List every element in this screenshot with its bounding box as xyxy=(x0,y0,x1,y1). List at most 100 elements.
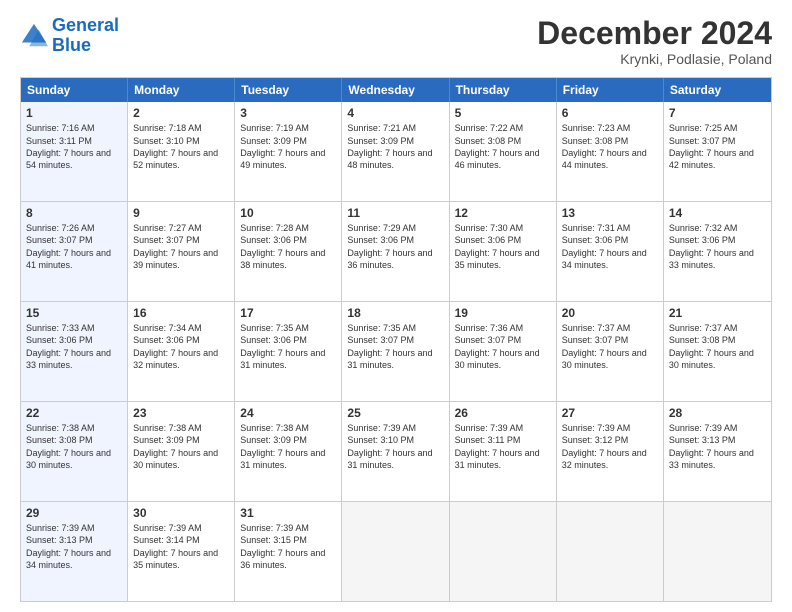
sunset-text: Sunset: 3:12 PM xyxy=(562,434,658,446)
logo: General Blue xyxy=(20,16,119,56)
calendar-row: 1Sunrise: 7:16 AMSunset: 3:11 PMDaylight… xyxy=(21,102,771,201)
sunset-text: Sunset: 3:07 PM xyxy=(455,334,551,346)
daylight-text: Daylight: 7 hours and 31 minutes. xyxy=(240,347,336,371)
calendar-cell: 10Sunrise: 7:28 AMSunset: 3:06 PMDayligh… xyxy=(235,202,342,301)
logo-icon xyxy=(20,22,48,50)
daylight-text: Daylight: 7 hours and 36 minutes. xyxy=(347,247,443,271)
daylight-text: Daylight: 7 hours and 44 minutes. xyxy=(562,147,658,171)
daylight-text: Daylight: 7 hours and 54 minutes. xyxy=(26,147,122,171)
day-number: 26 xyxy=(455,405,551,421)
sunrise-text: Sunrise: 7:38 AM xyxy=(26,422,122,434)
daylight-text: Daylight: 7 hours and 34 minutes. xyxy=(26,547,122,571)
daylight-text: Daylight: 7 hours and 31 minutes. xyxy=(347,347,443,371)
calendar-row: 29Sunrise: 7:39 AMSunset: 3:13 PMDayligh… xyxy=(21,501,771,601)
sunset-text: Sunset: 3:06 PM xyxy=(26,334,122,346)
daylight-text: Daylight: 7 hours and 33 minutes. xyxy=(26,347,122,371)
day-number: 4 xyxy=(347,105,443,121)
daylight-text: Daylight: 7 hours and 32 minutes. xyxy=(562,447,658,471)
calendar-cell: 28Sunrise: 7:39 AMSunset: 3:13 PMDayligh… xyxy=(664,402,771,501)
calendar-cell: 29Sunrise: 7:39 AMSunset: 3:13 PMDayligh… xyxy=(21,502,128,601)
calendar-cell: 27Sunrise: 7:39 AMSunset: 3:12 PMDayligh… xyxy=(557,402,664,501)
sunset-text: Sunset: 3:06 PM xyxy=(455,234,551,246)
sunset-text: Sunset: 3:06 PM xyxy=(669,234,766,246)
day-number: 21 xyxy=(669,305,766,321)
day-number: 19 xyxy=(455,305,551,321)
calendar-cell xyxy=(342,502,449,601)
day-number: 30 xyxy=(133,505,229,521)
calendar-cell xyxy=(557,502,664,601)
sunset-text: Sunset: 3:08 PM xyxy=(669,334,766,346)
title-block: December 2024 Krynki, Podlasie, Poland xyxy=(537,16,772,67)
daylight-text: Daylight: 7 hours and 33 minutes. xyxy=(669,247,766,271)
daylight-text: Daylight: 7 hours and 30 minutes. xyxy=(455,347,551,371)
sunset-text: Sunset: 3:08 PM xyxy=(26,434,122,446)
day-number: 28 xyxy=(669,405,766,421)
day-number: 9 xyxy=(133,205,229,221)
sunrise-text: Sunrise: 7:36 AM xyxy=(455,322,551,334)
sunrise-text: Sunrise: 7:19 AM xyxy=(240,122,336,134)
calendar-cell: 26Sunrise: 7:39 AMSunset: 3:11 PMDayligh… xyxy=(450,402,557,501)
logo-line1: General xyxy=(52,15,119,35)
sunset-text: Sunset: 3:07 PM xyxy=(347,334,443,346)
calendar-row: 8Sunrise: 7:26 AMSunset: 3:07 PMDaylight… xyxy=(21,201,771,301)
sunset-text: Sunset: 3:06 PM xyxy=(240,234,336,246)
sunrise-text: Sunrise: 7:28 AM xyxy=(240,222,336,234)
calendar-header-cell: Wednesday xyxy=(342,78,449,102)
calendar-cell: 4Sunrise: 7:21 AMSunset: 3:09 PMDaylight… xyxy=(342,102,449,201)
sunset-text: Sunset: 3:06 PM xyxy=(240,334,336,346)
calendar-cell: 14Sunrise: 7:32 AMSunset: 3:06 PMDayligh… xyxy=(664,202,771,301)
day-number: 31 xyxy=(240,505,336,521)
calendar-cell: 15Sunrise: 7:33 AMSunset: 3:06 PMDayligh… xyxy=(21,302,128,401)
sunrise-text: Sunrise: 7:30 AM xyxy=(455,222,551,234)
calendar-cell: 22Sunrise: 7:38 AMSunset: 3:08 PMDayligh… xyxy=(21,402,128,501)
calendar-cell: 31Sunrise: 7:39 AMSunset: 3:15 PMDayligh… xyxy=(235,502,342,601)
sunrise-text: Sunrise: 7:37 AM xyxy=(562,322,658,334)
sunrise-text: Sunrise: 7:34 AM xyxy=(133,322,229,334)
calendar-cell: 18Sunrise: 7:35 AMSunset: 3:07 PMDayligh… xyxy=(342,302,449,401)
calendar-cell: 8Sunrise: 7:26 AMSunset: 3:07 PMDaylight… xyxy=(21,202,128,301)
sunset-text: Sunset: 3:15 PM xyxy=(240,534,336,546)
sunset-text: Sunset: 3:13 PM xyxy=(669,434,766,446)
sunrise-text: Sunrise: 7:38 AM xyxy=(240,422,336,434)
calendar-header: SundayMondayTuesdayWednesdayThursdayFrid… xyxy=(21,78,771,102)
sunrise-text: Sunrise: 7:16 AM xyxy=(26,122,122,134)
sunrise-text: Sunrise: 7:37 AM xyxy=(669,322,766,334)
sunset-text: Sunset: 3:07 PM xyxy=(133,234,229,246)
sunset-text: Sunset: 3:13 PM xyxy=(26,534,122,546)
day-number: 10 xyxy=(240,205,336,221)
calendar-cell: 24Sunrise: 7:38 AMSunset: 3:09 PMDayligh… xyxy=(235,402,342,501)
logo-text: General Blue xyxy=(52,16,119,56)
sunrise-text: Sunrise: 7:31 AM xyxy=(562,222,658,234)
day-number: 14 xyxy=(669,205,766,221)
calendar-cell xyxy=(450,502,557,601)
sunrise-text: Sunrise: 7:39 AM xyxy=(669,422,766,434)
sunset-text: Sunset: 3:11 PM xyxy=(26,135,122,147)
daylight-text: Daylight: 7 hours and 35 minutes. xyxy=(455,247,551,271)
calendar-cell: 2Sunrise: 7:18 AMSunset: 3:10 PMDaylight… xyxy=(128,102,235,201)
daylight-text: Daylight: 7 hours and 46 minutes. xyxy=(455,147,551,171)
day-number: 17 xyxy=(240,305,336,321)
sunset-text: Sunset: 3:10 PM xyxy=(347,434,443,446)
calendar-cell: 7Sunrise: 7:25 AMSunset: 3:07 PMDaylight… xyxy=(664,102,771,201)
sunset-text: Sunset: 3:11 PM xyxy=(455,434,551,446)
day-number: 5 xyxy=(455,105,551,121)
day-number: 8 xyxy=(26,205,122,221)
sunset-text: Sunset: 3:09 PM xyxy=(133,434,229,446)
calendar-row: 22Sunrise: 7:38 AMSunset: 3:08 PMDayligh… xyxy=(21,401,771,501)
sunrise-text: Sunrise: 7:29 AM xyxy=(347,222,443,234)
day-number: 1 xyxy=(26,105,122,121)
daylight-text: Daylight: 7 hours and 34 minutes. xyxy=(562,247,658,271)
day-number: 22 xyxy=(26,405,122,421)
daylight-text: Daylight: 7 hours and 36 minutes. xyxy=(240,547,336,571)
daylight-text: Daylight: 7 hours and 30 minutes. xyxy=(669,347,766,371)
sunrise-text: Sunrise: 7:38 AM xyxy=(133,422,229,434)
sunrise-text: Sunrise: 7:32 AM xyxy=(669,222,766,234)
daylight-text: Daylight: 7 hours and 30 minutes. xyxy=(133,447,229,471)
calendar-cell: 20Sunrise: 7:37 AMSunset: 3:07 PMDayligh… xyxy=(557,302,664,401)
calendar-row: 15Sunrise: 7:33 AMSunset: 3:06 PMDayligh… xyxy=(21,301,771,401)
daylight-text: Daylight: 7 hours and 48 minutes. xyxy=(347,147,443,171)
daylight-text: Daylight: 7 hours and 30 minutes. xyxy=(26,447,122,471)
sunrise-text: Sunrise: 7:39 AM xyxy=(240,522,336,534)
calendar-cell: 5Sunrise: 7:22 AMSunset: 3:08 PMDaylight… xyxy=(450,102,557,201)
sunset-text: Sunset: 3:10 PM xyxy=(133,135,229,147)
